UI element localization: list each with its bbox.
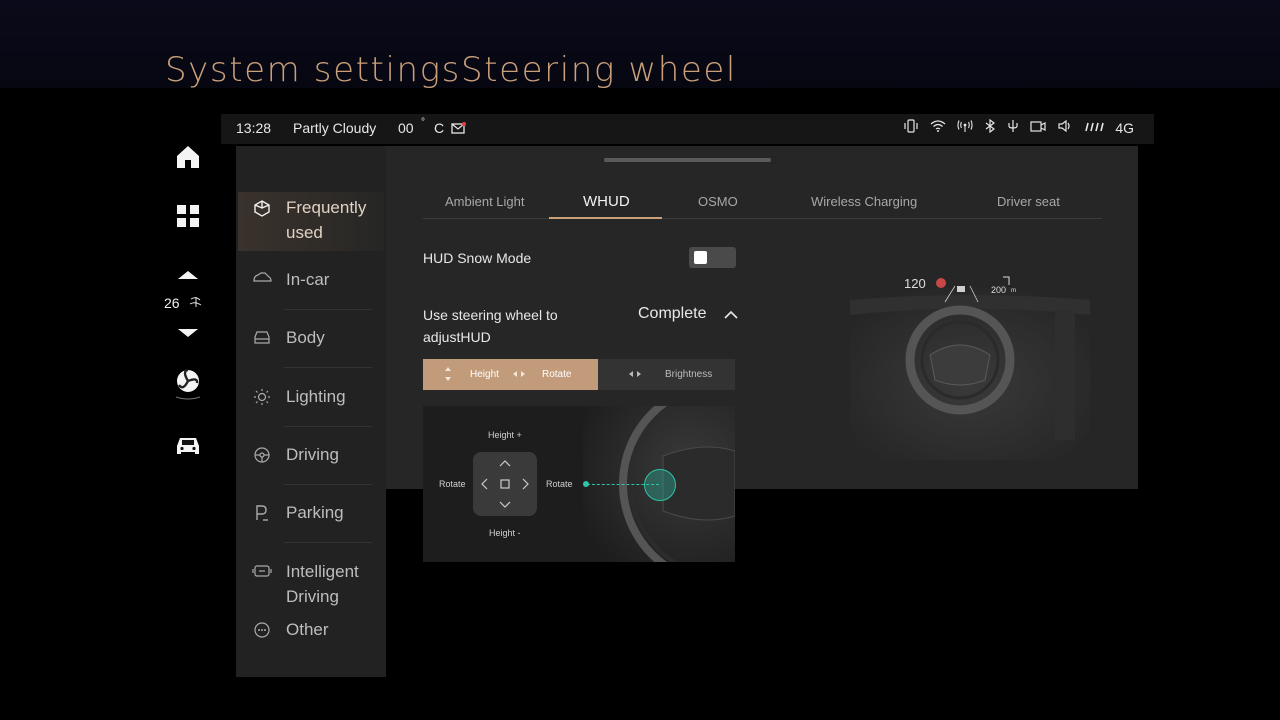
vehicle-icon[interactable] xyxy=(172,430,204,462)
parking-icon xyxy=(238,500,286,522)
sidebar-item-label: Lighting xyxy=(286,387,346,406)
sidebar-item-driving[interactable]: Driving xyxy=(238,442,384,467)
sidebar-item-label: Driving xyxy=(286,445,339,464)
hotspot-icon xyxy=(957,120,973,135)
chevron-up-icon[interactable] xyxy=(723,307,739,325)
temperature-value: 00 xyxy=(398,120,414,136)
divider xyxy=(284,484,372,485)
connector-dot xyxy=(583,481,589,487)
more-icon xyxy=(238,617,286,639)
steering-adjust-label: Use steering wheel to adjustHUD xyxy=(423,307,558,345)
page-title-steering-wheel: Steering wheel xyxy=(461,50,737,90)
sidebar-item-other[interactable]: Other xyxy=(238,617,384,642)
sidebar-item-label: Parking xyxy=(286,503,344,522)
leftright-arrows-icon xyxy=(513,370,525,381)
sidebar-item-body[interactable]: Body xyxy=(238,325,384,350)
hud-distance-unit: m xyxy=(1011,288,1016,294)
vibrate-icon xyxy=(903,119,919,136)
tab-active-indicator xyxy=(549,217,662,219)
segment-height-rotate[interactable]: Height Rotate xyxy=(423,359,598,390)
segment-brightness[interactable]: Brightness xyxy=(598,359,735,390)
assist-icon xyxy=(238,559,286,579)
car-outline-icon xyxy=(238,267,286,285)
segment-brightness-label: Brightness xyxy=(665,369,713,380)
segment-height-label: Height xyxy=(470,369,499,380)
tab-whud[interactable]: WHUD xyxy=(583,193,630,210)
apps-grid-icon[interactable] xyxy=(172,200,204,232)
temp-up-icon[interactable] xyxy=(172,258,204,290)
hud-snow-mode-toggle[interactable] xyxy=(689,247,736,268)
home-icon[interactable] xyxy=(172,141,204,173)
height-plus-label: Height + xyxy=(488,430,522,440)
sidebar-item-label: Other xyxy=(286,620,329,639)
sidebar-item-parking[interactable]: Parking xyxy=(238,500,384,525)
temperature-unit: C xyxy=(434,120,445,136)
dpad-control xyxy=(473,452,537,516)
steering-wheel-icon xyxy=(238,442,286,464)
hud-snow-mode-label: HUD Snow Mode xyxy=(423,250,532,266)
rotate-left-label: Rotate xyxy=(439,479,466,489)
toggle-knob xyxy=(694,251,707,264)
page-title-system-settings: System settings xyxy=(165,50,461,90)
height-minus-label: Height - xyxy=(489,528,521,538)
divider xyxy=(284,426,372,427)
segment-rotate-label: Rotate xyxy=(542,369,572,380)
status-bar: 13:28 Partly Cloudy 00 ° C 4G xyxy=(221,114,1154,144)
updown-arrows-icon xyxy=(445,367,451,384)
sidebar-item-in-car[interactable]: In-car xyxy=(238,267,384,292)
hud-speed: 120 xyxy=(904,276,926,291)
sidebar-item-intelligent-driving[interactable]: Intelligent Driving xyxy=(238,559,384,609)
bluetooth-icon xyxy=(984,118,996,136)
wifi-icon xyxy=(930,120,946,135)
tab-osmo[interactable]: OSMO xyxy=(698,194,738,209)
clock: 13:28 xyxy=(236,120,272,136)
fan-icon[interactable] xyxy=(172,368,204,400)
adjust-mode-segment: Height Rotate Brightness xyxy=(423,359,735,390)
dashboard-graphic xyxy=(850,276,1090,460)
sidebar-item-frequently-used[interactable]: Frequently used xyxy=(238,192,384,251)
divider xyxy=(284,542,372,543)
degree-symbol: ° xyxy=(421,117,425,128)
sidebar-item-label: In-car xyxy=(286,270,330,289)
rail-temperature: 26 xyxy=(164,295,180,311)
camera-icon xyxy=(1030,120,1046,135)
panel-drag-handle[interactable] xyxy=(604,158,771,162)
sidebar-item-label: Intelligent Driving xyxy=(286,562,359,606)
volume-icon xyxy=(1057,119,1073,135)
tab-bar-divider xyxy=(423,218,1102,219)
usb-icon xyxy=(1007,119,1019,136)
weather-text: Partly Cloudy xyxy=(293,120,377,136)
hud-distance: 200 xyxy=(991,285,1007,295)
cube-icon xyxy=(238,195,286,217)
rotate-right-label: Rotate xyxy=(546,479,573,489)
sidebar-item-lighting[interactable]: Lighting xyxy=(238,384,384,409)
tab-driver-seat[interactable]: Driver seat xyxy=(997,194,1060,209)
divider xyxy=(284,367,372,368)
network-type: 4G xyxy=(1115,119,1134,136)
sidebar-item-label: Frequently used xyxy=(286,198,367,242)
tab-ambient-light[interactable]: Ambient Light xyxy=(445,194,525,209)
sun-icon xyxy=(238,384,286,406)
tab-wireless-charging[interactable]: Wireless Charging xyxy=(811,194,917,209)
rail-climate-icon xyxy=(188,295,204,314)
sidebar-item-label: Body xyxy=(286,328,325,347)
hud-preview: 120 200 m xyxy=(820,240,1120,470)
leftright-arrows-icon xyxy=(629,370,641,381)
car-body-icon xyxy=(238,325,286,345)
control-highlight xyxy=(644,469,676,501)
temp-down-icon[interactable] xyxy=(172,318,204,350)
steering-control-illustration: Height + Height - Rotate Rotate xyxy=(423,406,735,562)
complete-button[interactable]: Complete xyxy=(638,303,706,325)
mail-icon[interactable] xyxy=(451,121,466,137)
divider xyxy=(284,309,372,310)
signal-icon xyxy=(1084,120,1105,135)
